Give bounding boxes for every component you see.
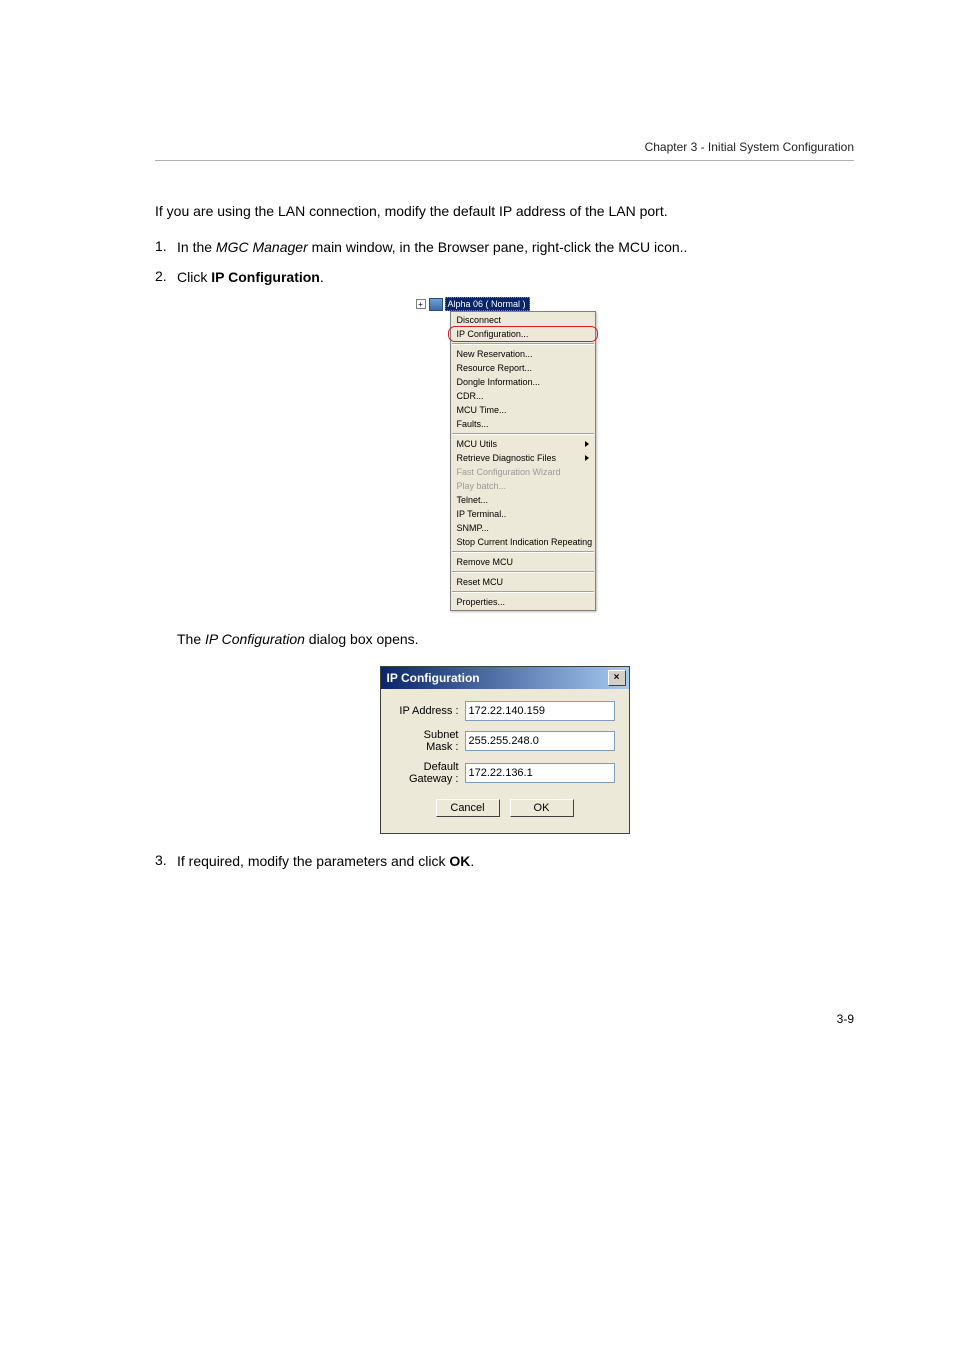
ip-configuration-dialog: IP Configuration × IP Address : Subnet M…: [380, 666, 630, 834]
field-label: Default Gateway :: [395, 761, 465, 785]
header-rule: [155, 160, 854, 161]
menu-separator: [452, 343, 594, 345]
ip-address-row: IP Address :: [395, 701, 615, 721]
step-number: 3.: [155, 852, 177, 872]
step-number: 1.: [155, 238, 177, 258]
menu-item[interactable]: Stop Current Indication Repeating: [451, 535, 595, 549]
submenu-arrow-icon: [585, 441, 589, 447]
menu-item[interactable]: SNMP...: [451, 521, 595, 535]
subnet-mask-field[interactable]: [465, 731, 615, 751]
cancel-button[interactable]: Cancel: [436, 799, 500, 817]
field-label: Subnet Mask :: [395, 729, 465, 753]
submenu-arrow-icon: [585, 455, 589, 461]
menu-item[interactable]: CDR...: [451, 389, 595, 403]
menu-item[interactable]: New Reservation...: [451, 347, 595, 361]
tree-node[interactable]: + Alpha 06 ( Normal ): [416, 297, 594, 311]
menu-separator: [452, 551, 594, 553]
tree-node-label[interactable]: Alpha 06 ( Normal ): [445, 297, 530, 311]
menu-item-ip-configuration[interactable]: IP Configuration...: [451, 327, 595, 341]
step-text: If required, modify the parameters and c…: [177, 852, 854, 872]
step-2: 2. Click IP Configuration.: [155, 268, 854, 288]
menu-item[interactable]: MCU Time...: [451, 403, 595, 417]
dialog-title: IP Configuration: [387, 671, 480, 685]
menu-item[interactable]: IP Terminal..: [451, 507, 595, 521]
mcu-icon[interactable]: [429, 298, 443, 311]
menu-item: Play batch...: [451, 479, 595, 493]
menu-item[interactable]: Dongle Information...: [451, 375, 595, 389]
menu-item[interactable]: Faults...: [451, 417, 595, 431]
menu-item[interactable]: Retrieve Diagnostic Files: [451, 451, 595, 465]
menu-item[interactable]: Reset MCU: [451, 575, 595, 589]
ok-button[interactable]: OK: [510, 799, 574, 817]
step-text: In the MGC Manager main window, in the B…: [177, 238, 854, 258]
intro-paragraph: If you are using the LAN connection, mod…: [155, 201, 854, 222]
menu-item[interactable]: Properties...: [451, 595, 595, 609]
menu-item[interactable]: Remove MCU: [451, 555, 595, 569]
default-gateway-row: Default Gateway :: [395, 761, 615, 785]
ip-address-field[interactable]: [465, 701, 615, 721]
subnet-mask-row: Subnet Mask :: [395, 729, 615, 753]
default-gateway-field[interactable]: [465, 763, 615, 783]
menu-item[interactable]: Telnet...: [451, 493, 595, 507]
menu-item[interactable]: Disconnect: [451, 313, 595, 327]
page-number: 3-9: [155, 1012, 854, 1026]
menu-item[interactable]: MCU Utils: [451, 437, 595, 451]
context-menu: DisconnectIP Configuration... New Reserva…: [450, 311, 596, 611]
close-icon[interactable]: ×: [608, 670, 626, 686]
step-1: 1. In the MGC Manager main window, in th…: [155, 238, 854, 258]
menu-item: Fast Configuration Wizard: [451, 465, 595, 479]
dialog-titlebar: IP Configuration ×: [381, 667, 629, 689]
menu-separator: [452, 591, 594, 593]
step-number: 2.: [155, 268, 177, 288]
step-3: 3. If required, modify the parameters an…: [155, 852, 854, 872]
chapter-header: Chapter 3 - Initial System Configuration: [155, 140, 854, 154]
tree-expand-icon[interactable]: +: [416, 299, 426, 309]
menu-separator: [452, 571, 594, 573]
menu-separator: [452, 433, 594, 435]
field-label: IP Address :: [395, 705, 465, 717]
step-text: Click IP Configuration.: [177, 268, 854, 288]
dialog-opens-text: The IP Configuration dialog box opens.: [177, 629, 854, 650]
menu-item[interactable]: Resource Report...: [451, 361, 595, 375]
context-menu-figure: + Alpha 06 ( Normal ) DisconnectIP Confi…: [416, 297, 594, 611]
